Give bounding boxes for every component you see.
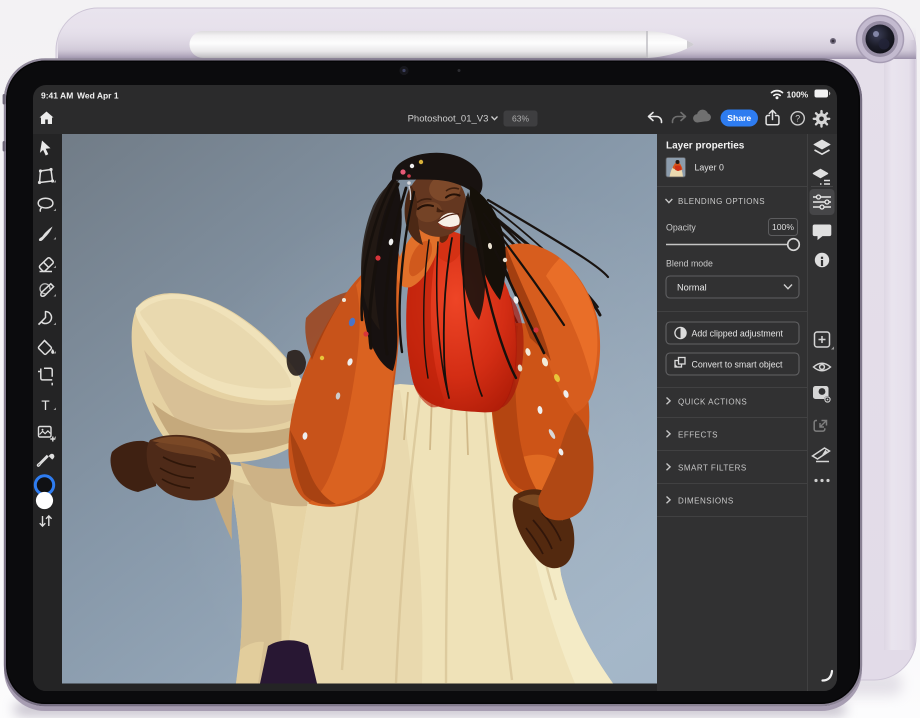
svg-text:QUICK ACTIONS: QUICK ACTIONS [678,398,747,407]
svg-text:Add clipped adjustment: Add clipped adjustment [692,328,784,338]
svg-text:Layer 0: Layer 0 [695,163,724,173]
svg-text:Wed Apr 1: Wed Apr 1 [77,91,119,101]
svg-text:100%: 100% [772,222,794,232]
svg-text:BLENDING OPTIONS: BLENDING OPTIONS [678,197,765,206]
svg-text:?: ? [795,114,800,124]
svg-text:EFFECTS: EFFECTS [678,431,718,440]
svg-text:Blend mode: Blend mode [666,259,713,269]
svg-text:Opacity: Opacity [666,223,696,233]
svg-text:100%: 100% [787,90,809,100]
svg-text:SMART FILTERS: SMART FILTERS [678,464,747,473]
svg-text:Photoshoot_01_V3: Photoshoot_01_V3 [408,114,489,125]
svg-text:9:41 AM: 9:41 AM [41,91,73,101]
svg-text:Share: Share [727,113,751,123]
svg-text:Convert to smart object: Convert to smart object [692,359,783,369]
svg-text:Normal: Normal [677,283,707,293]
svg-text:63%: 63% [512,114,529,124]
svg-text:DIMENSIONS: DIMENSIONS [678,497,734,506]
svg-text:Layer properties: Layer properties [666,141,745,152]
svg-text:T: T [41,398,49,413]
